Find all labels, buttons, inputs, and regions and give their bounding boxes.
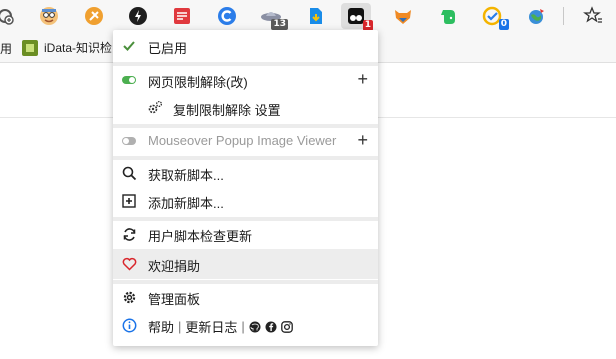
tampermonkey-popup-menu: 已启用 网页限制解除(改) + 复制限制解除 设置 Mouseover Popu… [113,30,378,346]
browser-toolbar: 13 1 0 [0,0,616,32]
toggle-off-icon [121,133,137,149]
donate-item[interactable]: 欢迎捐助 [113,249,378,279]
add-new-script-item[interactable]: 添加新脚本... [113,187,378,215]
menu-enabled-label: 已启用 [148,41,188,56]
earth-extension-icon[interactable] [525,5,547,27]
ufo-badge: 13 [271,19,288,30]
bookmark-partial-label[interactable]: 用 [0,40,12,57]
add-new-script-label: 添加新脚本... [148,196,224,211]
avatar-extension-icon[interactable] [38,5,60,27]
get-new-scripts-label: 获取新脚本... [148,168,224,183]
script-label-disabled: Mouseover Popup Image Viewer [148,133,337,148]
dashboard-item[interactable]: 管理面板 [113,283,378,311]
script-label: 网页限制解除(改) [148,75,248,90]
expand-plus-icon[interactable]: + [357,130,368,150]
link-separator: | [178,319,182,334]
bookmark-idata-label: iData-知识检 [44,41,113,55]
heart-icon [121,256,137,272]
gear-icon [121,289,137,305]
script-command-copy-unlock-settings[interactable]: 复制限制解除 设置 [113,94,378,122]
script-item-mouseover-popup[interactable]: Mouseover Popup Image Viewer + [113,127,378,155]
menu-enabled-toggle[interactable]: 已启用 [113,32,378,60]
donate-label: 欢迎捐助 [148,259,201,274]
todo-badge: 0 [498,19,509,30]
tampermonkey-extension-icon[interactable]: 1 [341,3,373,31]
partial-extension-icon[interactable] [0,5,16,27]
get-new-scripts-item[interactable]: 获取新脚本... [113,159,378,187]
idata-favicon-icon [22,39,38,56]
evernote-extension-icon[interactable] [437,5,459,27]
refresh-icon [121,226,137,242]
info-icon [121,317,137,333]
help-row: 帮助 | 更新日志 | [113,311,378,339]
red-notes-extension-icon[interactable] [171,5,193,27]
script-command-label: 复制限制解除 设置 [173,103,281,118]
bookmark-idata[interactable]: iData-知识检 [22,39,112,56]
facebook-icon[interactable] [265,321,277,333]
github-icon[interactable] [249,321,261,333]
todo-extension-icon[interactable]: 0 [481,5,509,30]
expand-plus-icon[interactable]: + [357,69,368,89]
fox-extension-icon[interactable] [392,5,414,27]
link-separator: | [241,319,245,334]
check-icon [121,38,137,54]
search-icon [121,165,137,181]
file-download-extension-icon[interactable] [305,5,327,27]
check-updates-item[interactable]: 用户脚本检查更新 [113,220,378,248]
dark-circle-extension-icon[interactable] [127,5,149,27]
help-link[interactable]: 帮助 [148,317,174,336]
ufo-extension-icon[interactable]: 13 [260,5,288,30]
check-updates-label: 用户脚本检查更新 [148,229,253,244]
help-links: 帮助 | 更新日志 | [148,317,293,336]
favorites-icon[interactable] [582,5,604,27]
instagram-icon[interactable] [280,320,293,333]
gears-icon [147,100,163,116]
toolbar-separator [563,7,564,25]
dashboard-label: 管理面板 [148,292,201,307]
blue-c-extension-icon[interactable] [216,5,238,27]
add-square-icon [121,193,137,209]
tampermonkey-orange-icon[interactable] [83,5,105,27]
toggle-on-icon [121,72,137,88]
script-item-webpage-unlock[interactable]: 网页限制解除(改) + [113,66,378,94]
changelog-link[interactable]: 更新日志 [185,317,237,336]
